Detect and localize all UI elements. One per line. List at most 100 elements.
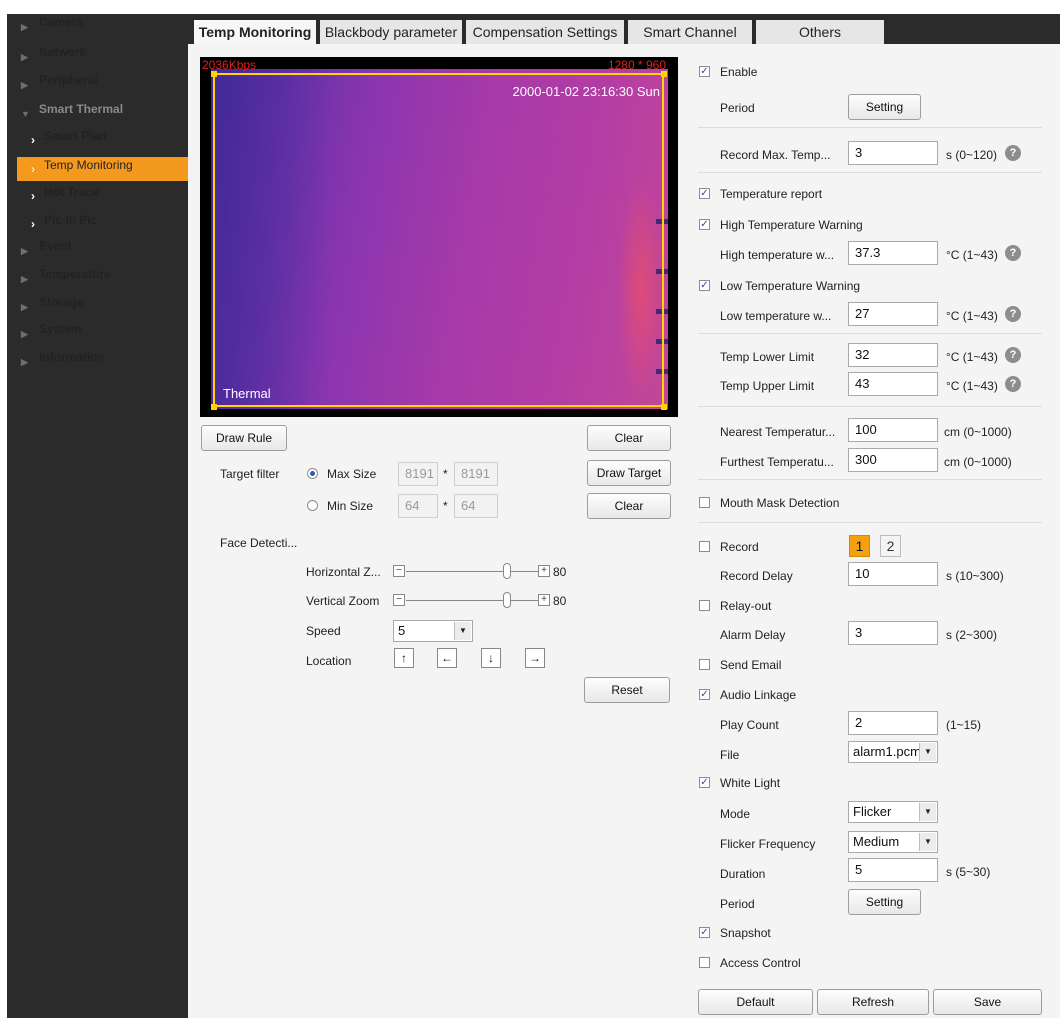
tab-others[interactable]: Others (756, 20, 884, 44)
max-size-width-input[interactable]: 8191 (398, 462, 438, 486)
min-size-height-input[interactable]: 64 (454, 494, 498, 518)
frame-handle[interactable] (661, 404, 667, 410)
min-size-radio[interactable] (307, 500, 318, 511)
max-size-radio[interactable] (307, 468, 318, 479)
furthest-temp-input[interactable]: 300 (848, 448, 938, 472)
draw-target-button[interactable]: Draw Target (587, 460, 671, 486)
nearest-temp-range: cm (0~1000) (944, 425, 1012, 439)
audio-linkage-checkbox[interactable]: ✓ (699, 689, 710, 700)
record-max-temp-input[interactable]: 3 (848, 141, 938, 165)
record-label: Record (720, 540, 759, 554)
nav-storage[interactable]: ▶ Storage (7, 294, 188, 320)
period2-label: Period (720, 897, 755, 911)
flicker-frequency-select[interactable]: Medium ▼ (848, 831, 938, 853)
period-setting-button[interactable]: Setting (848, 94, 921, 120)
clear-target-button[interactable]: Clear (587, 493, 671, 519)
tab-compensation-settings[interactable]: Compensation Settings (466, 20, 624, 44)
white-light-checkbox[interactable]: ✓ (699, 777, 710, 788)
vertical-zoom-decrease-button[interactable]: − (393, 594, 405, 606)
speed-select[interactable]: 5 ▼ (393, 620, 473, 642)
help-icon[interactable]: ? (1005, 145, 1021, 161)
snapshot-checkbox[interactable]: ✓ (699, 927, 710, 938)
chevron-right-icon: › (31, 162, 35, 176)
temp-upper-limit-label: Temp Upper Limit (720, 379, 815, 393)
record-channel-1[interactable]: 1 (849, 535, 870, 557)
nav-camera[interactable]: ▶ Camera (7, 14, 188, 40)
subnav-hot-trace[interactable]: › Hot Trace (17, 184, 188, 208)
tab-blackbody-parameter[interactable]: Blackbody parameter (320, 20, 462, 44)
audio-linkage-label: Audio Linkage (720, 688, 797, 702)
arrow-right-button[interactable]: → (525, 648, 545, 668)
duration-input[interactable]: 5 (848, 858, 938, 882)
play-count-input[interactable]: 2 (848, 711, 938, 735)
temp-upper-range: °C (1~43) (946, 379, 998, 393)
speed-select-value: 5 (398, 623, 406, 638)
max-size-height-input[interactable]: 8191 (454, 462, 498, 486)
help-icon[interactable]: ? (1005, 245, 1021, 261)
high-temp-warning-checkbox[interactable]: ✓ (699, 219, 710, 230)
vertical-zoom-slider[interactable] (502, 592, 511, 608)
mouth-mask-checkbox[interactable] (699, 497, 710, 508)
refresh-button[interactable]: Refresh (817, 989, 929, 1015)
nearest-temp-input[interactable]: 100 (848, 418, 938, 442)
help-icon[interactable]: ? (1005, 306, 1021, 322)
nav-peripheral[interactable]: ▶ Peripheral (7, 72, 188, 98)
default-button[interactable]: Default (698, 989, 813, 1015)
speed-label: Speed (306, 624, 341, 638)
nav-network[interactable]: ▶ Network (7, 44, 188, 70)
duration-range: s (5~30) (946, 865, 991, 879)
frame-handle[interactable] (211, 404, 217, 410)
subnav-pic-in-pic[interactable]: › Pic In Pic (17, 212, 188, 236)
mode-label: Mode (720, 807, 751, 821)
low-temp-threshold-input[interactable]: 27 (848, 302, 938, 326)
draw-rule-button[interactable]: Draw Rule (201, 425, 287, 451)
temp-lower-limit-input[interactable]: 32 (848, 343, 938, 367)
record-delay-input[interactable]: 10 (848, 562, 938, 586)
reset-button[interactable]: Reset (584, 677, 670, 703)
nav-system[interactable]: ▶ System (7, 321, 188, 347)
record-channel-2[interactable]: 2 (880, 535, 901, 557)
arrow-left-button[interactable]: ← (437, 648, 457, 668)
subnav-temp-monitoring[interactable]: › Temp Monitoring (17, 157, 188, 181)
high-temp-warning-label: High Temperature Warning (720, 218, 863, 232)
file-select[interactable]: alarm1.pcm ▼ (848, 741, 938, 763)
horizontal-zoom-increase-button[interactable]: + (538, 565, 550, 577)
record-checkbox[interactable] (699, 541, 710, 552)
tab-smart-channel[interactable]: Smart Channel (628, 20, 752, 44)
white-light-setting-button[interactable]: Setting (848, 889, 921, 915)
vertical-zoom-increase-button[interactable]: + (538, 594, 550, 606)
send-email-checkbox[interactable] (699, 659, 710, 670)
low-temp-warning-label: Low Temperature Warning (720, 279, 861, 293)
video-preview[interactable]: 2036Kbps 1280 * 960 2000-01-02 23:16:30 … (200, 57, 678, 417)
high-temp-range: °C (1~43) (946, 248, 998, 262)
horizontal-zoom-slider[interactable] (502, 563, 511, 579)
vertical-zoom-track[interactable] (406, 600, 538, 601)
divider (698, 172, 1042, 173)
send-email-label: Send Email (720, 658, 782, 672)
enable-checkbox[interactable]: ✓ (699, 66, 710, 77)
horizontal-zoom-decrease-button[interactable]: − (393, 565, 405, 577)
nav-temperature[interactable]: ▶ Temperature (7, 266, 188, 292)
save-button[interactable]: Save (933, 989, 1042, 1015)
horizontal-zoom-track[interactable] (406, 571, 538, 572)
nav-information[interactable]: ▶ Information (7, 349, 188, 375)
arrow-down-button[interactable]: ↓ (481, 648, 501, 668)
alarm-delay-input[interactable]: 3 (848, 621, 938, 645)
high-temp-threshold-input[interactable]: 37.3 (848, 241, 938, 265)
relay-out-checkbox[interactable] (699, 600, 710, 611)
caret-right-icon: ▶ (21, 80, 28, 90)
subnav-smart-plan[interactable]: › Smart Plan (17, 128, 188, 152)
tab-temp-monitoring[interactable]: Temp Monitoring (194, 20, 316, 44)
min-size-width-input[interactable]: 64 (398, 494, 438, 518)
clear-rule-button[interactable]: Clear (587, 425, 671, 451)
help-icon[interactable]: ? (1005, 347, 1021, 363)
nav-event[interactable]: ▶ Event (7, 238, 188, 264)
arrow-up-button[interactable]: ↑ (394, 648, 414, 668)
temperature-report-checkbox[interactable]: ✓ (699, 188, 710, 199)
nav-smart-thermal[interactable]: ▼ Smart Thermal (7, 101, 188, 127)
low-temp-warning-checkbox[interactable]: ✓ (699, 280, 710, 291)
help-icon[interactable]: ? (1005, 376, 1021, 392)
temp-upper-limit-input[interactable]: 43 (848, 372, 938, 396)
access-control-checkbox[interactable] (699, 957, 710, 968)
mode-select[interactable]: Flicker ▼ (848, 801, 938, 823)
